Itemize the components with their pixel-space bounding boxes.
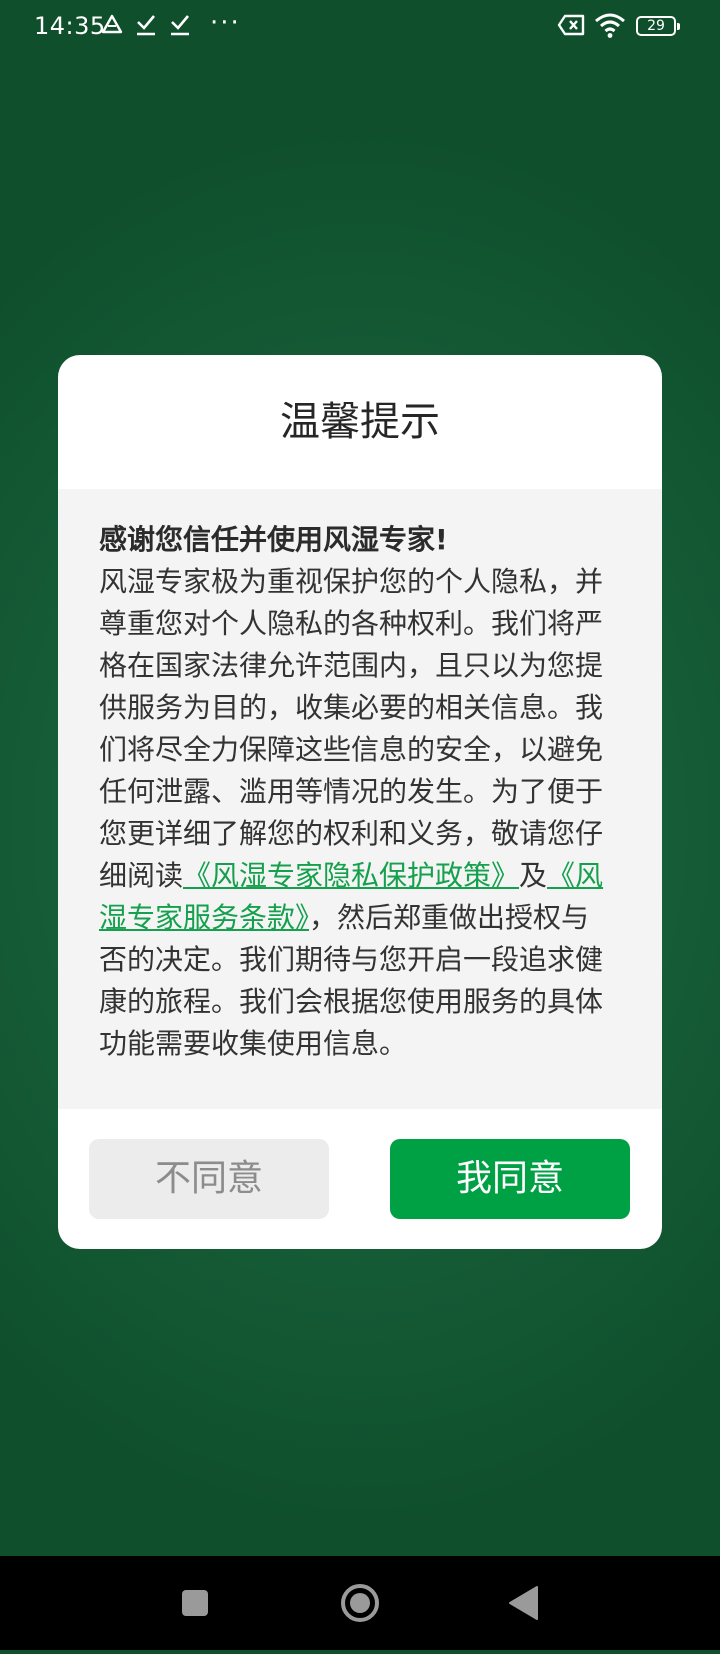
- agree-button[interactable]: 我同意: [390, 1139, 630, 1219]
- and-text: 及: [519, 859, 548, 892]
- privacy-dialog: 温馨提示 感谢您信任并使用风湿专家! 风湿专家极为重视保护您的个人隐私，并尊重您对…: [58, 355, 662, 1249]
- navigation-bar: [0, 1556, 720, 1650]
- battery-icon: 29: [636, 16, 680, 36]
- dialog-body: 感谢您信任并使用风湿专家! 风湿专家极为重视保护您的个人隐私，并尊重您对个人隐私的…: [58, 489, 662, 1109]
- message-text-part1: 风湿专家极为重视保护您的个人隐私，并尊重您对个人隐私的各种权利。我们将严格在国家…: [99, 565, 604, 892]
- home-circle-icon[interactable]: [300, 1556, 420, 1650]
- drive-icon: [100, 12, 124, 44]
- download-done-icon: [168, 12, 192, 44]
- download-done-icon: [134, 12, 158, 44]
- more-dots-icon: ···: [210, 8, 241, 38]
- dialog-title: 温馨提示: [280, 399, 440, 445]
- privacy-policy-link[interactable]: 《风湿专家隐私保护政策》: [183, 859, 519, 892]
- back-triangle-icon[interactable]: [465, 1556, 585, 1650]
- wifi-icon: [594, 10, 626, 46]
- status-time: 14:35: [34, 12, 106, 40]
- dialog-heading: 感谢您信任并使用风湿专家!: [99, 523, 448, 556]
- recents-square-icon[interactable]: [135, 1556, 255, 1650]
- status-bar: 14:35 ··· 29: [0, 0, 720, 56]
- disagree-button[interactable]: 不同意: [89, 1139, 329, 1219]
- no-sim-icon: [556, 10, 586, 46]
- dialog-message: 感谢您信任并使用风湿专家! 风湿专家极为重视保护您的个人隐私，并尊重您对个人隐私的…: [99, 519, 617, 1065]
